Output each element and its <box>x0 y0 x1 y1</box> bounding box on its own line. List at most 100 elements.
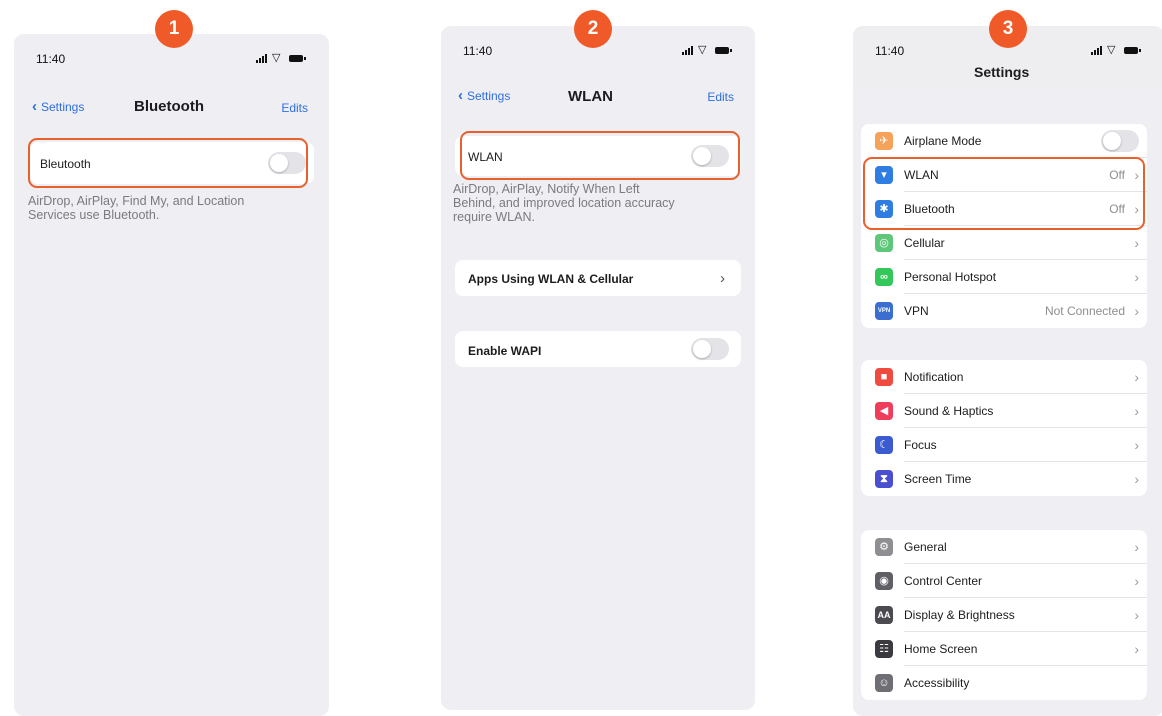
settings-row-display-brightness[interactable]: AA Display & Brightness › <box>861 598 1147 632</box>
settings-row-home-screen[interactable]: ☷ Home Screen › <box>861 632 1147 666</box>
status-time: 11:40 <box>36 52 66 66</box>
row-label: General <box>904 540 947 554</box>
row-label: Airplane Mode <box>904 134 982 148</box>
chevron-right-icon: › <box>1134 303 1139 319</box>
signal-icon <box>256 53 267 63</box>
display-icon: AA <box>875 606 893 624</box>
airplane-icon: ✈ <box>875 132 893 150</box>
row-label: VPN <box>904 304 929 318</box>
footnote-line: Behind, and improved location accuracy <box>453 196 675 210</box>
row-label: Display & Brightness <box>904 608 1015 622</box>
chevron-right-icon: › <box>1134 573 1139 589</box>
status-icons: ▽ <box>1091 43 1141 56</box>
control-center-icon: ◉ <box>875 572 893 590</box>
apps-using-wlan-row[interactable]: Apps Using WLAN & Cellular › <box>455 260 741 296</box>
highlight-box <box>460 131 740 180</box>
enable-wapi-label: Enable WAPI <box>468 344 542 358</box>
settings-row-vpn[interactable]: VPN VPN Not Connected › <box>861 294 1147 328</box>
chevron-right-icon: › <box>1134 607 1139 623</box>
status-icons: ▽ <box>682 43 732 56</box>
status-time: 11:40 <box>463 44 493 58</box>
page-title: Bluetooth <box>134 98 204 115</box>
chevron-left-icon: ‹ <box>458 87 463 104</box>
highlight-box <box>28 138 308 188</box>
moon-icon: ☾ <box>875 436 893 454</box>
row-value: Not Connected <box>1044 304 1125 318</box>
wifi-status-icon: ▽ <box>1107 43 1116 56</box>
home-screen-icon: ☷ <box>875 640 893 658</box>
accessibility-icon: ☺ <box>875 674 893 692</box>
footnote-line: Services use Bluetooth. <box>28 208 160 222</box>
airplane-mode-toggle[interactable] <box>1101 130 1139 152</box>
settings-row-accessibility[interactable]: ☺ Accessibility <box>861 666 1147 700</box>
sound-icon: ◀ <box>875 402 893 420</box>
gear-icon: ⚙ <box>875 538 893 556</box>
chevron-right-icon: › <box>1134 437 1139 453</box>
back-label: Settings <box>467 89 511 103</box>
signal-icon <box>1091 45 1102 55</box>
wlan-footnote: AirDrop, AirPlay, Notify When Left Behin… <box>453 182 675 224</box>
row-label: Accessibility <box>904 676 970 690</box>
edits-button[interactable]: Edits <box>281 101 308 115</box>
page-title: Settings <box>974 64 1030 80</box>
hourglass-icon: ⧗ <box>875 470 893 488</box>
settings-row-airplane-mode: ✈ Airplane Mode <box>861 124 1147 158</box>
general-group: ⚙ General › ◉ Control Center › AA Displa… <box>861 530 1147 700</box>
chevron-right-icon: › <box>1134 471 1139 487</box>
back-button[interactable]: ‹ Settings <box>458 87 511 104</box>
wapi-toggle[interactable] <box>691 338 729 360</box>
back-label: Settings <box>41 100 85 114</box>
row-label: Screen Time <box>904 472 972 486</box>
back-button[interactable]: ‹ Settings <box>32 98 85 115</box>
chevron-left-icon: ‹ <box>32 98 37 115</box>
wifi-status-icon: ▽ <box>698 43 707 56</box>
chevron-right-icon: › <box>1134 369 1139 385</box>
row-label: Control Center <box>904 574 983 588</box>
vpn-icon: VPN <box>875 302 893 320</box>
row-label: Personal Hotspot <box>904 270 997 284</box>
row-label: Sound & Haptics <box>904 404 994 418</box>
notification-icon: ■ <box>875 368 893 386</box>
footnote-line: AirDrop, AirPlay, Find My, and Location <box>28 194 245 208</box>
page-title: WLAN <box>568 88 613 105</box>
wlan-screen: 11:40 ▽ ‹ Settings WLAN Edits WLAN AirDr… <box>441 26 755 710</box>
chevron-right-icon: › <box>1134 269 1139 285</box>
notifications-group: ■ Notification › ◀ Sound & Haptics › ☾ F… <box>861 360 1147 496</box>
battery-icon <box>1124 46 1141 54</box>
settings-row-screen-time[interactable]: ⧗ Screen Time › <box>861 462 1147 496</box>
settings-row-general[interactable]: ⚙ General › <box>861 530 1147 564</box>
settings-row-focus[interactable]: ☾ Focus › <box>861 428 1147 462</box>
chevron-right-icon: › <box>1134 641 1139 657</box>
apps-using-wlan-label: Apps Using WLAN & Cellular <box>468 272 634 286</box>
cellular-icon: ◎ <box>875 234 893 252</box>
settings-row-control-center[interactable]: ◉ Control Center › <box>861 564 1147 598</box>
row-label: Notification <box>904 370 964 384</box>
highlight-box <box>863 157 1145 230</box>
chevron-right-icon: › <box>1134 539 1139 555</box>
enable-wapi-row: Enable WAPI <box>455 331 741 367</box>
chevron-right-icon: › <box>720 270 725 287</box>
wifi-status-icon: ▽ <box>272 51 281 64</box>
settings-row-personal-hotspot[interactable]: ∞ Personal Hotspot › <box>861 260 1147 294</box>
bluetooth-screen: 11:40 ▽ ‹ Settings Bluetooth Edits Bleut… <box>14 34 329 716</box>
settings-row-sound-haptics[interactable]: ◀ Sound & Haptics › <box>861 394 1147 428</box>
row-label: Cellular <box>904 236 945 250</box>
battery-icon <box>715 46 732 54</box>
settings-row-notification[interactable]: ■ Notification › <box>861 360 1147 394</box>
footnote-line: AirDrop, AirPlay, Notify When Left <box>453 182 640 196</box>
signal-icon <box>682 45 693 55</box>
row-label: Focus <box>904 438 937 452</box>
step-badge-1: 1 <box>155 10 193 48</box>
battery-icon <box>289 54 306 62</box>
bluetooth-footnote: AirDrop, AirPlay, Find My, and Location … <box>28 194 244 222</box>
settings-row-cellular[interactable]: ◎ Cellular › <box>861 226 1147 260</box>
step-badge-2: 2 <box>574 10 612 48</box>
settings-screen: 11:40 ▽ Settings ✈ Airplane Mode ▾ WLAN … <box>853 26 1162 716</box>
status-time: 11:40 <box>875 44 905 58</box>
chevron-right-icon: › <box>1134 235 1139 251</box>
chevron-right-icon: › <box>1134 403 1139 419</box>
hotspot-icon: ∞ <box>875 268 893 286</box>
status-icons: ▽ <box>256 51 306 64</box>
footnote-line: require WLAN. <box>453 210 535 224</box>
edits-button[interactable]: Edits <box>707 90 734 104</box>
